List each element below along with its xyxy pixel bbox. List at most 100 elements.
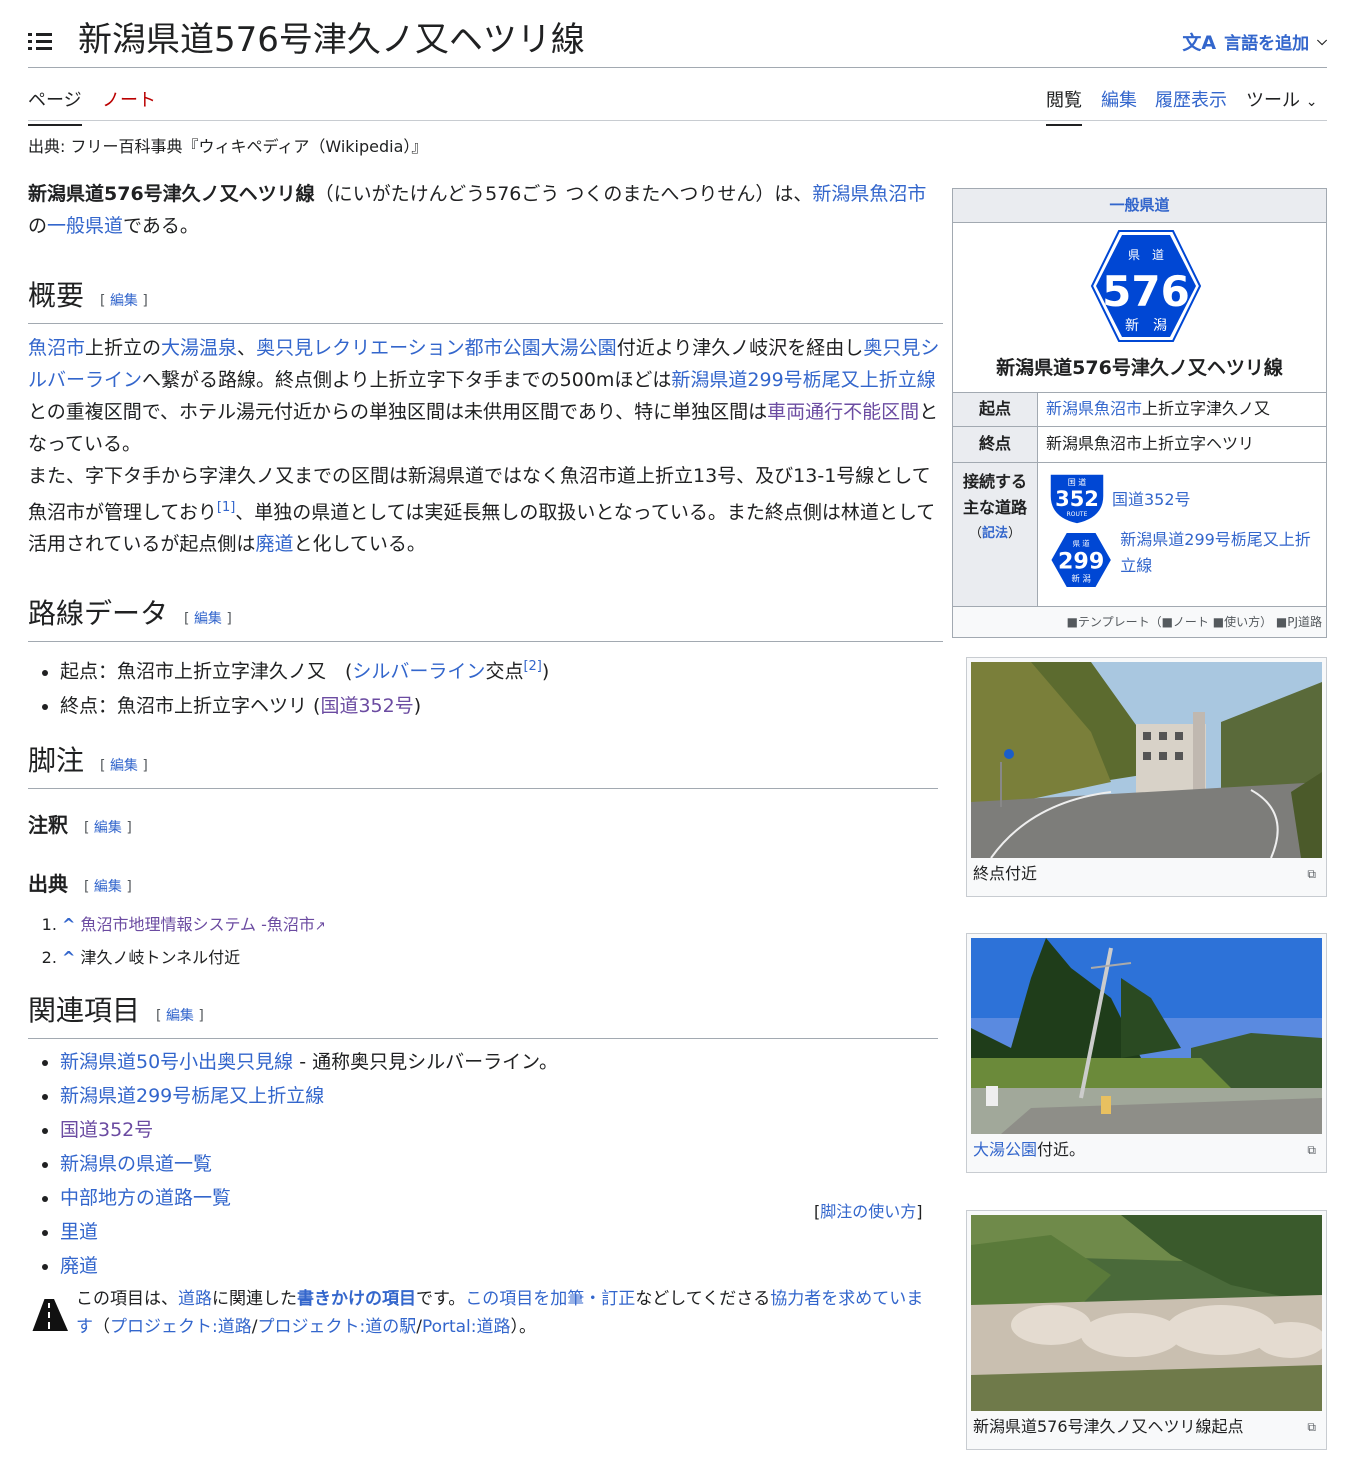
infobox-title: 新潟県道576号津久ノ又ヘツリ線 [953, 343, 1326, 393]
external-link-icon: ↗ [314, 918, 326, 934]
infobox-footer[interactable]: ■テンプレート（■ノート ■使い方） ■PJ道路 [953, 607, 1326, 637]
edit-link[interactable]: 編集 [194, 611, 222, 627]
link-route-352[interactable]: 国道352号 [320, 695, 413, 717]
enlarge-icon[interactable]: ⧉ [1307, 1415, 1316, 1439]
overview-text: と化している。 [293, 533, 426, 556]
lead-paragraph: 新潟県道576号津久ノ又ヘツリ線（にいがたけんどう576ごう つくのまたへつりせ… [28, 178, 943, 242]
notation-link[interactable]: 記法 [982, 526, 1008, 541]
photo-endpoint[interactable] [971, 662, 1322, 858]
infobox-link[interactable]: 新潟県魚沼市 [1046, 399, 1142, 418]
overview-link[interactable]: 奥只見レクリエーション都市公園大湯公園 [256, 337, 617, 359]
edit-link[interactable]: 編集 [94, 820, 122, 836]
tab-talk[interactable]: ノート [102, 86, 156, 124]
overview-link[interactable]: 車両通行不能区間 [767, 401, 919, 423]
photo-start-point[interactable] [971, 1215, 1322, 1411]
overview-link[interactable]: 新潟県道299号栃尾又上折立線 [671, 369, 935, 391]
overview-link[interactable]: 魚沼市 [28, 337, 85, 359]
infobox-header-link[interactable]: 一般県道 [1109, 196, 1169, 214]
route-start-text: 交点 [485, 660, 524, 683]
reference-2[interactable]: [2] [523, 659, 541, 674]
list-item: 廃道 [60, 1249, 943, 1283]
thumbnail-caption: 大湯公園付近。 ⧉ [971, 1134, 1322, 1162]
thumbnail-start-point: 新潟県道576号津久ノ又ヘツリ線起点 ⧉ [966, 1210, 1327, 1450]
tab-read[interactable]: 閲覧 [1046, 86, 1082, 126]
photo-oyu-park[interactable] [971, 938, 1322, 1134]
stub-text: この項目は、道路に関連した書きかけの項目です。この項目を加筆・訂正などしてくださ… [76, 1285, 935, 1341]
overview-paragraph-1: 魚沼市上折立の大湯温泉、奥只見レクリエーション都市公園大湯公園付近より津久ノ岐沢… [28, 332, 943, 460]
related-link[interactable]: 中部地方の道路一覧 [60, 1187, 231, 1209]
tab-tools[interactable]: ツール ⌄ [1246, 86, 1317, 124]
edit-link[interactable]: 編集 [166, 1008, 194, 1024]
add-language-label: 言語を追加 [1224, 34, 1310, 54]
stub-link-project-road[interactable]: プロジェクト:道路 [110, 1317, 252, 1337]
link-route-299[interactable]: 新潟県道299号栃尾又上折立線 [1120, 527, 1326, 579]
stub-link-project-station[interactable]: プロジェクト:道の駅 [257, 1317, 416, 1337]
thumbnail-caption: 新潟県道576号津久ノ又ヘツリ線起点 ⧉ [971, 1411, 1322, 1439]
edit-link[interactable]: 編集 [110, 293, 138, 309]
section-title: 関連項目 [28, 993, 141, 1027]
caption-text: 新潟県道576号津久ノ又ヘツリ線起点 [973, 1417, 1244, 1436]
stub-link-stub[interactable]: 書きかけの項目 [297, 1289, 416, 1309]
infobox-text: 上折立字津久ノ又 [1142, 399, 1271, 418]
edit-link[interactable]: 編集 [94, 879, 122, 895]
infobox-header: 一般県道 [953, 189, 1326, 223]
related-link[interactable]: 廃道 [60, 1255, 98, 1277]
stub-span: などしてくださる [635, 1289, 771, 1309]
route-start-text: ) [541, 660, 550, 683]
stub-span: （ [93, 1317, 110, 1337]
add-language-button[interactable]: 文A 言語を追加 ⌵ [1182, 28, 1327, 55]
infobox-row-start: 起点 新潟県魚沼市上折立字津久ノ又 [953, 393, 1326, 427]
references-list: ^ 魚沼市地理情報システム -魚沼市↗ ^ 津久ノ岐トンネル付近 [28, 909, 943, 973]
related-link[interactable]: 国道352号 [60, 1119, 153, 1141]
article-body: 新潟県道576号津久ノ又ヘツリ線（にいがたけんどう576ごう つくのまたへつりせ… [28, 178, 943, 1283]
enlarge-icon[interactable]: ⧉ [1307, 1138, 1316, 1162]
enlarge-icon[interactable]: ⧉ [1307, 862, 1316, 886]
list-item: 新潟県道50号小出奥只見線 - 通称奥只見シルバーライン。 [60, 1045, 943, 1079]
infobox-value: 新潟県魚沼市上折立字ヘツリ [1046, 434, 1255, 453]
footnote-usage-link[interactable]: 脚注の使い方 [820, 1202, 916, 1221]
lead-reading: （にいがたけんどう576ごう つくのまたへつりせん）は、 [314, 183, 813, 205]
section-title: 出典 [28, 871, 68, 896]
thumbnail-caption: 終点付近 ⧉ [971, 858, 1322, 886]
lead-link-prefectural-road[interactable]: 一般県道 [47, 215, 123, 237]
stub-span: です。 [416, 1289, 466, 1309]
related-link[interactable]: 里道 [60, 1221, 98, 1243]
stub-link-edit[interactable]: この項目を加筆・訂正 [465, 1289, 635, 1309]
road-icon [31, 1298, 68, 1332]
related-link[interactable]: 新潟県道50号小出奥只見線 [60, 1051, 293, 1073]
section-heading-overview: 概要 [ 編集 ] [28, 280, 943, 324]
stub-link-road[interactable]: 道路 [178, 1289, 212, 1309]
related-link[interactable]: 新潟県道299号栃尾又上折立線 [60, 1085, 324, 1107]
route-start-text: 起点：魚沼市上折立字津久ノ又 ( [60, 660, 353, 683]
chevron-down-icon: ⌄ [1305, 94, 1318, 110]
reference-1[interactable]: [1] [217, 500, 235, 515]
overview-link[interactable]: 大湯温泉 [161, 337, 237, 359]
tab-history[interactable]: 履歴表示 [1155, 86, 1227, 124]
thumbnail-oyu-park: 大湯公園付近。 ⧉ [966, 933, 1327, 1173]
link-route-352[interactable]: 国道352号 [1112, 486, 1191, 510]
toc-menu-icon[interactable] [28, 30, 52, 52]
link-abandoned-road[interactable]: 廃道 [255, 533, 293, 555]
route-end-text: ) [413, 694, 422, 717]
tab-page[interactable]: ページ [28, 86, 82, 126]
backlink-caret[interactable]: ^ [62, 948, 75, 967]
lead-text: の [28, 215, 48, 237]
lead-link-uonuma[interactable]: 新潟県魚沼市 [812, 183, 926, 205]
caption-link[interactable]: 大湯公園 [973, 1140, 1037, 1159]
backlink-caret[interactable]: ^ [62, 915, 75, 934]
stub-link-portal[interactable]: Portal:道路 [422, 1317, 511, 1337]
list-item: 国道352号 [60, 1113, 943, 1147]
edit-link[interactable]: 編集 [110, 758, 138, 774]
external-link-gis[interactable]: 魚沼市地理情報システム -魚沼市 [81, 915, 315, 934]
shield-number: 352 [1055, 487, 1099, 511]
tab-edit[interactable]: 編集 [1101, 86, 1137, 124]
shield-bottom: ROUTE [1067, 511, 1088, 518]
label-line: 接続する [962, 472, 1027, 491]
shield-top: 国 道 [1068, 477, 1087, 487]
link-silver-line[interactable]: シルバーライン [352, 661, 485, 683]
route-299-sign-icon: 県 道 299 新 潟 [1049, 531, 1113, 589]
lead-bold-title: 新潟県道576号津久ノ又ヘツリ線 [28, 183, 315, 205]
related-link[interactable]: 新潟県の県道一覧 [60, 1153, 212, 1175]
section-heading-notes: 注釈 [ 編集 ] [28, 809, 943, 844]
page-title: 新潟県道576号津久ノ又ヘツリ線 [78, 20, 585, 60]
